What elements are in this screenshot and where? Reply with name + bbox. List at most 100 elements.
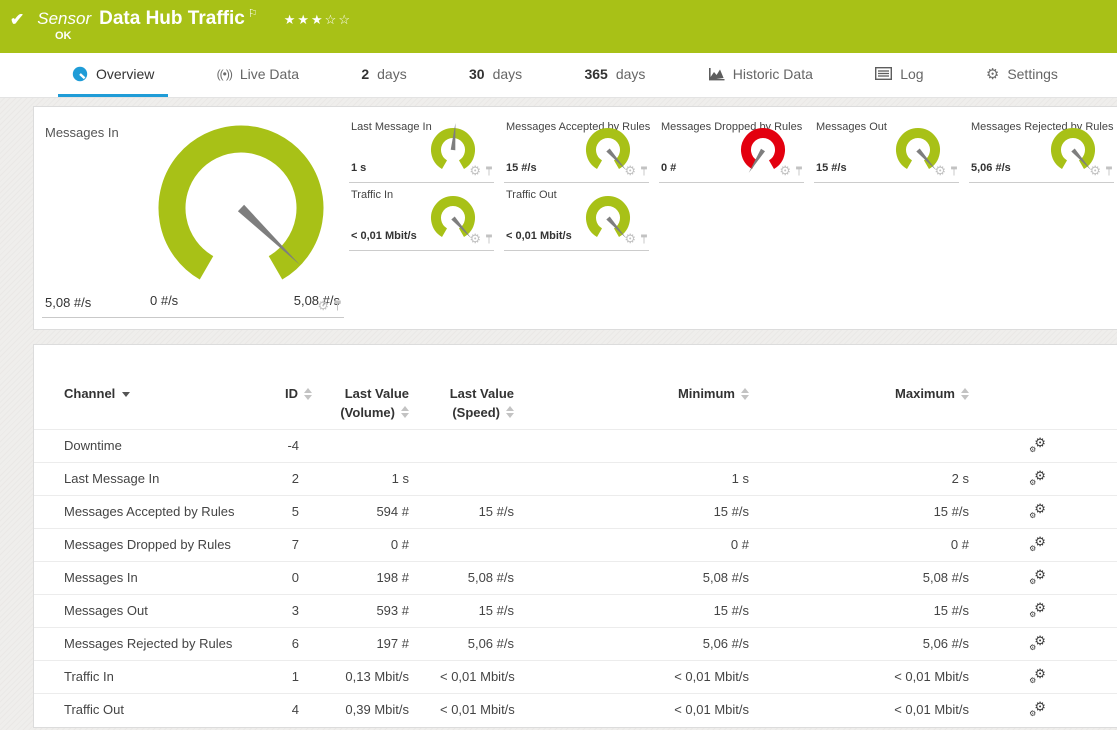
cell-last-value-volume: 593 # <box>329 594 439 627</box>
tab-2-days[interactable]: 2 days <box>347 53 420 97</box>
table-row[interactable]: Traffic In 1 0,13 Mbit/s < 0,01 Mbit/s <… <box>34 660 1117 693</box>
column-label-line2: (Volume) <box>340 405 395 420</box>
gear-icon[interactable]: ⚙ <box>624 232 636 245</box>
cell-last-value-volume: 0,39 Mbit/s <box>329 693 439 726</box>
table-row[interactable]: Last Message In 2 1 s 1 s 2 s ⚙⚙ <box>34 462 1117 495</box>
cell-maximum: 0 # <box>769 528 989 561</box>
cell-channel: Messages Out <box>34 594 284 627</box>
column-header-minimum[interactable]: Minimum <box>544 383 769 429</box>
gear-icon[interactable]: ⚙ <box>779 164 791 177</box>
log-icon <box>875 67 892 80</box>
column-header-last-value-volume-[interactable]: Last Value(Volume) <box>329 383 439 429</box>
gauge-cell[interactable]: Messages Out 15 #/s ⚙ <box>814 115 959 183</box>
gauge-cell[interactable]: Messages Dropped by Rules 0 # ⚙ <box>659 115 804 183</box>
sort-icon[interactable] <box>506 406 514 418</box>
table-row[interactable]: Messages Dropped by Rules 7 0 # 0 # 0 # … <box>34 528 1117 561</box>
column-label: ID <box>285 386 298 401</box>
pin-icon[interactable] <box>1105 166 1113 176</box>
cell-minimum: < 0,01 Mbit/s <box>544 660 769 693</box>
cell-channel: Last Message In <box>34 462 284 495</box>
gear-icon[interactable]: ⚙ <box>469 164 481 177</box>
cell-id: 4 <box>284 693 329 726</box>
gauge-cell[interactable]: Messages Rejected by Rules 5,06 #/s ⚙ <box>969 115 1114 183</box>
cell-actions: ⚙⚙ <box>989 495 1117 528</box>
cell-channel: Messages Rejected by Rules <box>34 627 284 660</box>
cell-minimum: 5,08 #/s <box>544 561 769 594</box>
gear-icon[interactable]: ⚙ <box>317 299 329 312</box>
tab-label: Settings <box>1007 66 1058 82</box>
table-row[interactable]: Traffic Out 4 0,39 Mbit/s < 0,01 Mbit/s … <box>34 693 1117 726</box>
table-row[interactable]: Messages Rejected by Rules 6 197 # 5,06 … <box>34 627 1117 660</box>
channel-settings-icon[interactable]: ⚙⚙ <box>1029 668 1048 684</box>
tab-historic-data[interactable]: Historic Data <box>694 53 827 97</box>
cell-last-value-volume: 198 # <box>329 561 439 594</box>
pin-icon[interactable] <box>640 234 648 244</box>
column-header-channel[interactable]: Channel <box>34 383 284 429</box>
column-header-last-value-speed-[interactable]: Last Value(Speed) <box>439 383 544 429</box>
tab-log[interactable]: Log <box>861 53 937 97</box>
column-header-maximum[interactable]: Maximum <box>769 383 989 429</box>
tab-label: days <box>377 66 407 82</box>
tab-365-days[interactable]: 365 days <box>570 53 659 97</box>
cell-last-value-speed: 15 #/s <box>439 594 544 627</box>
table-row[interactable]: Messages Accepted by Rules 5 594 # 15 #/… <box>34 495 1117 528</box>
pin-icon[interactable] <box>485 166 493 176</box>
gauge-cell[interactable]: Messages Accepted by Rules 15 #/s ⚙ <box>504 115 649 183</box>
sort-icon[interactable] <box>961 388 969 400</box>
channel-settings-icon[interactable]: ⚙⚙ <box>1029 569 1048 585</box>
gauge-cell[interactable]: Last Message In 1 s ⚙ <box>349 115 494 183</box>
sort-desc-icon[interactable] <box>122 392 130 397</box>
cell-last-value-speed: < 0,01 Mbit/s <box>439 660 544 693</box>
column-header-actions[interactable] <box>989 383 1117 429</box>
cell-channel: Messages Accepted by Rules <box>34 495 284 528</box>
pin-icon[interactable] <box>795 166 803 176</box>
sort-icon[interactable] <box>741 388 749 400</box>
sort-icon[interactable] <box>304 388 312 400</box>
primary-gauge-cell[interactable]: Messages In 0 #/s 5,08 #/s 5,08 #/s ⚙ <box>42 115 344 318</box>
channel-settings-icon[interactable]: ⚙⚙ <box>1029 536 1048 552</box>
table-row[interactable]: Messages Out 3 593 # 15 #/s 15 #/s 15 #/… <box>34 594 1117 627</box>
tab-overview[interactable]: Overview <box>58 53 168 97</box>
channel-settings-icon[interactable]: ⚙⚙ <box>1029 503 1048 519</box>
sensor-title: Data Hub Traffic <box>99 8 245 30</box>
sort-icon[interactable] <box>401 406 409 418</box>
tab-live-data[interactable]: ((•)) Live Data <box>203 53 313 97</box>
chart-icon <box>708 67 725 81</box>
table-row[interactable]: Messages In 0 198 # 5,08 #/s 5,08 #/s 5,… <box>34 561 1117 594</box>
table-row[interactable]: Downtime -4 ⚙⚙ <box>34 429 1117 462</box>
gauge-arc <box>591 133 625 165</box>
pin-icon[interactable] <box>333 300 342 311</box>
cell-channel: Messages In <box>34 561 284 594</box>
pin-icon[interactable] <box>950 166 958 176</box>
column-header-id[interactable]: ID <box>284 383 329 429</box>
sensor-header: ✔ Sensor Data Hub Traffic ⚐ ★★★☆☆ OK <box>0 0 1117 53</box>
channel-settings-icon[interactable]: ⚙⚙ <box>1029 635 1048 651</box>
channel-settings-icon[interactable]: ⚙⚙ <box>1029 470 1048 486</box>
gauge-cell[interactable]: Traffic Out < 0,01 Mbit/s ⚙ <box>504 183 649 251</box>
cell-id: 6 <box>284 627 329 660</box>
channel-settings-icon[interactable]: ⚙⚙ <box>1029 437 1048 453</box>
pin-icon[interactable] <box>485 234 493 244</box>
gauge-cell-actions: ⚙ <box>934 164 958 177</box>
gear-icon[interactable]: ⚙ <box>1089 164 1101 177</box>
gauge-cell-actions: ⚙ <box>779 164 803 177</box>
gear-icon: ⚙ <box>986 65 999 83</box>
channel-settings-icon[interactable]: ⚙⚙ <box>1029 602 1048 618</box>
gear-icon[interactable]: ⚙ <box>934 164 946 177</box>
cell-actions: ⚙⚙ <box>989 429 1117 462</box>
tab-30-days[interactable]: 30 days <box>455 53 536 97</box>
cell-last-value-volume: 197 # <box>329 627 439 660</box>
cell-actions: ⚙⚙ <box>989 462 1117 495</box>
priority-flag-icon[interactable]: ⚐ <box>248 7 258 20</box>
gauge-arc <box>591 201 625 233</box>
cell-actions: ⚙⚙ <box>989 627 1117 660</box>
priority-stars[interactable]: ★★★☆☆ <box>284 12 352 28</box>
gear-icon[interactable]: ⚙ <box>624 164 636 177</box>
tab-settings[interactable]: ⚙ Settings <box>972 53 1072 97</box>
gauge-cell[interactable]: Traffic In < 0,01 Mbit/s ⚙ <box>349 183 494 251</box>
pin-icon[interactable] <box>640 166 648 176</box>
gear-icon[interactable]: ⚙ <box>469 232 481 245</box>
cell-actions: ⚙⚙ <box>989 693 1117 726</box>
cell-channel: Downtime <box>34 429 284 462</box>
channel-settings-icon[interactable]: ⚙⚙ <box>1029 701 1048 717</box>
